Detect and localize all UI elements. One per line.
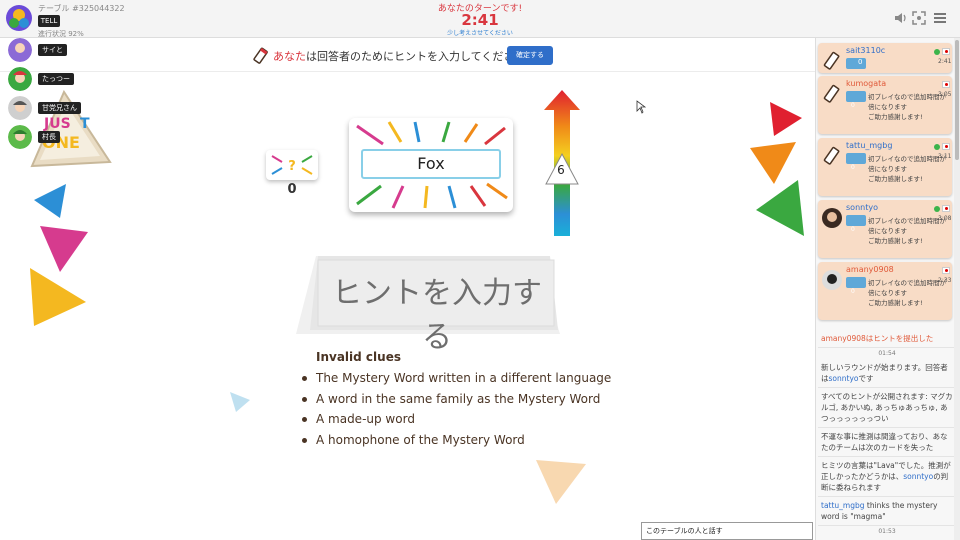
menu-icon[interactable] <box>932 10 948 26</box>
chat-input[interactable]: このテーブルの人と話す <box>641 522 813 540</box>
player-name: tattu_mgbg <box>846 141 893 150</box>
log-entry: 不運な事に推測は間違っており、あなたのチームは次のカードを失った <box>818 428 956 457</box>
hint-badge <box>846 153 866 164</box>
log-time: 01:54 <box>878 350 896 357</box>
list-item: The Mystery Word written in a different … <box>300 368 611 389</box>
hint-zero: 0 <box>851 164 855 171</box>
volume-icon[interactable] <box>893 10 909 26</box>
svg-text:?: ? <box>288 159 296 174</box>
game-screen: テーブル #325044322 TELL 進行状況 92% あなたのターンです!… <box>0 0 960 540</box>
player-name: kumogata <box>846 79 887 88</box>
mouse-cursor-icon <box>636 100 646 114</box>
list-item: A homophone of the Mystery Word <box>300 430 611 451</box>
avatar <box>822 270 842 290</box>
log-entry: amany0908はヒントを提出した <box>818 330 956 348</box>
player-item[interactable]: 村長 <box>8 125 88 151</box>
player-card[interactable]: kumogata 3:05 0 初プレイなので追加時間が倍になります ご助力感謝… <box>818 76 952 134</box>
avatar <box>8 38 32 62</box>
top-bar: テーブル #325044322 TELL 進行状況 92% あなたのターンです!… <box>0 0 960 38</box>
scroll-thumb[interactable] <box>955 40 959 160</box>
avatar <box>8 125 32 149</box>
hint-zero: 0 <box>851 102 855 109</box>
player-name: sonntyo <box>846 203 878 212</box>
flag-icon <box>942 143 950 150</box>
hint-placeholder[interactable]: ヒントを入力する <box>318 268 556 356</box>
player-time: 2:41 <box>938 58 952 65</box>
pencil-avatar-icon <box>823 146 840 165</box>
player-item[interactable]: たっつー <box>8 67 88 93</box>
score-card: ? <box>266 150 318 180</box>
table-number: テーブル #325044322 <box>38 4 125 13</box>
round-number: 6 <box>557 163 565 177</box>
player-name: 村長 <box>38 131 60 143</box>
player-name: sait3110c <box>846 46 886 55</box>
hint-zero: 0 <box>851 288 855 295</box>
flag-icon <box>942 205 950 212</box>
pencil-icon <box>253 47 268 64</box>
game-log: amany0908はヒントを提出した 01:54 新しいラウンドが始まります。回… <box>818 330 956 537</box>
player-message: 初プレイなので追加時間が倍になります ご助力感謝します! <box>868 155 946 183</box>
flag-icon <box>942 81 950 88</box>
online-status-icon <box>934 206 940 212</box>
log-entry: tattu_mgbg thinks the mystery word is "m… <box>818 497 956 526</box>
invalid-clues-title: Invalid clues <box>316 350 401 364</box>
player-card[interactable]: tattu_mgbg 3:11 0 初プレイなので追加時間が倍になります ご助力… <box>818 138 952 196</box>
invalid-clues: Invalid clues The Mystery Word written i… <box>300 350 611 450</box>
hint-badge <box>846 215 866 226</box>
online-status-icon <box>934 144 940 150</box>
player-item[interactable]: 甘党兄さん <box>8 96 88 122</box>
flag-icon <box>942 267 950 274</box>
hint-badge <box>846 58 866 69</box>
confirm-button[interactable]: 確定する <box>507 46 553 65</box>
avatar <box>8 67 32 91</box>
fullscreen-icon[interactable] <box>911 10 927 26</box>
player-name: サイと <box>38 44 67 56</box>
tell-badge[interactable]: TELL <box>38 15 60 27</box>
player-name: たっつー <box>38 73 74 85</box>
log-time: 01:53 <box>878 528 896 535</box>
avatar <box>8 96 32 120</box>
log-entry: ヒミツの言葉は"Lava"でした。推測が正しかったかどうかは、sonntyoの判… <box>818 457 956 497</box>
instruction-bar: あなたは回答者のためにヒントを入力してください 確定する <box>0 38 815 72</box>
score-value: 0 <box>287 182 297 197</box>
invalid-clues-list: The Mystery Word written in a different … <box>300 368 611 450</box>
list-item: A made-up word <box>300 409 611 430</box>
hint-count: 0 <box>858 58 863 66</box>
hint-badge <box>846 277 866 288</box>
player-message: 初プレイなので追加時間が倍になります ご助力感謝します! <box>868 279 946 307</box>
pencil-avatar-icon <box>823 51 840 70</box>
right-scrollbar[interactable] <box>954 38 960 540</box>
player-message: 初プレイなので追加時間が倍になります ご助力感謝します! <box>868 93 946 121</box>
app-logo-icon <box>6 5 32 31</box>
player-card[interactable]: amany0908 2:33 0 初プレイなので追加時間が倍になります ご助力感… <box>818 262 952 320</box>
hint-badge <box>846 91 866 102</box>
player-message: 初プレイなので追加時間が倍になります ご助力感謝します! <box>868 217 946 245</box>
player-name: 甘党兄さん <box>38 102 81 114</box>
instruction-text: あなたは回答者のためにヒントを入力してください <box>273 50 526 63</box>
hint-zero: 0 <box>851 226 855 233</box>
mystery-word: Fox <box>361 149 501 179</box>
question-card-icon: ? <box>271 155 313 175</box>
mystery-word-card: Fox <box>349 118 513 212</box>
list-item: A word in the same family as the Mystery… <box>300 389 611 410</box>
player-card[interactable]: sonntyo 3:08 0 初プレイなので追加時間が倍になります ご助力感謝し… <box>818 200 952 258</box>
player-name: amany0908 <box>846 265 894 274</box>
log-entry: すべてのヒントが公開されます: マグカルゴ, あかいぬ, あっちゅあっちゅ, あ… <box>818 388 956 428</box>
pencil-avatar-icon <box>823 84 840 103</box>
player-card[interactable]: sait3110c 2:41 0 <box>818 43 952 73</box>
online-status-icon <box>934 49 940 55</box>
log-entry: 新しいラウンドが始まります。回答者はsonntyoです <box>818 359 956 388</box>
player-item[interactable]: サイと <box>8 38 88 64</box>
turn-timer: 2:41 <box>461 11 499 29</box>
avatar <box>822 208 842 228</box>
flag-icon <box>942 48 950 55</box>
think-message-link[interactable]: 少し考えさせてください <box>380 28 580 37</box>
